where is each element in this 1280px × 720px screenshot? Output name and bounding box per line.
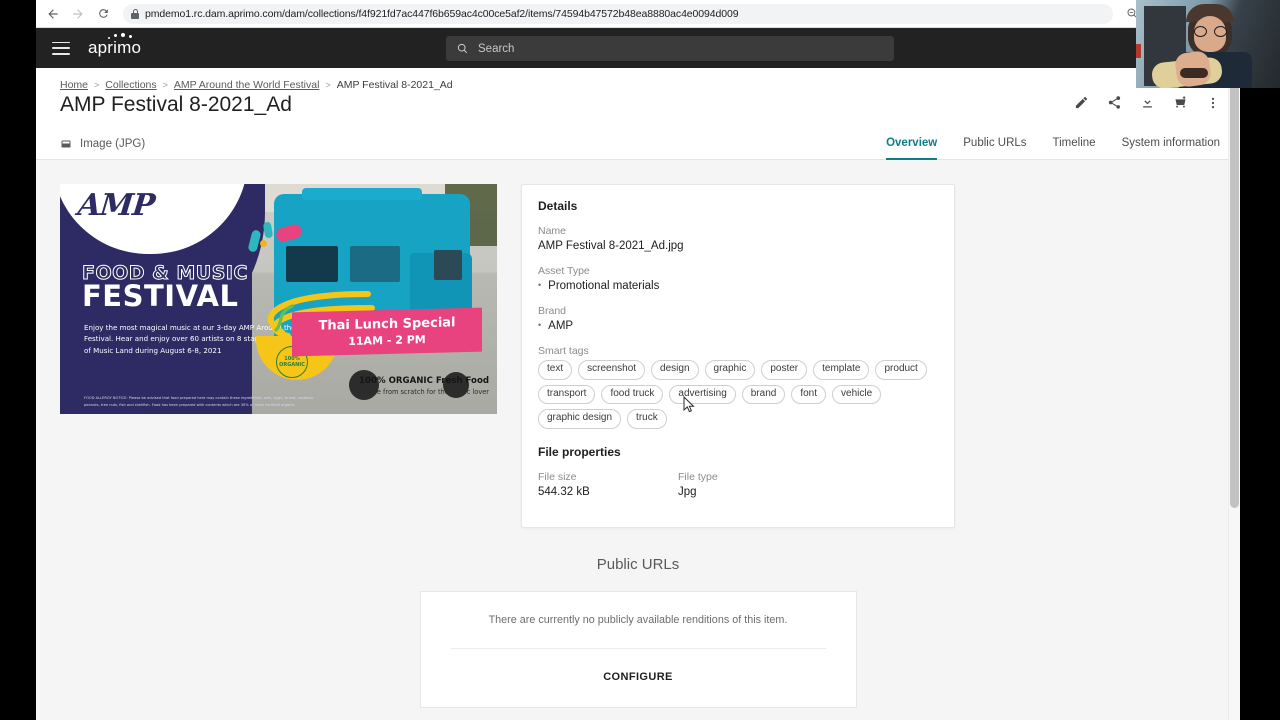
- lock-icon: [131, 8, 139, 19]
- search-icon: [457, 43, 468, 54]
- app-header: aprimo Search: [36, 28, 1240, 68]
- poster-headline-2: FESTIVAL: [82, 279, 239, 313]
- smart-tag[interactable]: poster: [761, 360, 808, 380]
- breadcrumb-item-current: AMP Festival 8-2021_Ad: [336, 79, 453, 91]
- image-file-icon: [61, 140, 71, 148]
- breadcrumb-item-collections[interactable]: Collections: [105, 79, 156, 91]
- smart-tag[interactable]: brand: [741, 384, 786, 404]
- breadcrumb-item-festival[interactable]: AMP Around the World Festival: [174, 79, 320, 91]
- poster-promo-banner: Thai Lunch Special 11AM - 2 PM: [292, 307, 482, 357]
- public-urls-empty-message: There are currently no publicly availabl…: [488, 613, 788, 626]
- aprimo-logo[interactable]: aprimo: [88, 33, 142, 58]
- poster-organic-line2: made from scratch for the music lover: [362, 388, 489, 396]
- download-icon[interactable]: [1140, 95, 1155, 115]
- screen: pmdemo1.rc.dam.aprimo.com/dam/collection…: [0, 0, 1280, 720]
- poster-organic-line1: 100% ORGANIC Fresh Food: [359, 376, 489, 386]
- poster-splash-icon: [260, 240, 267, 247]
- public-urls-card: There are currently no publicly availabl…: [419, 590, 857, 708]
- smart-tag[interactable]: truck: [627, 409, 667, 429]
- smart-tag[interactable]: design: [651, 360, 699, 380]
- asset-preview[interactable]: AMP FOOD & MUSIC FESTIVAL Enjoy the most…: [60, 184, 497, 528]
- page-body: Home > Collections > AMP Around the Worl…: [36, 68, 1240, 720]
- tab-timeline[interactable]: Timeline: [1053, 137, 1096, 160]
- share-icon[interactable]: [1107, 95, 1122, 115]
- smart-tag[interactable]: screenshot: [578, 360, 646, 380]
- page-scrollbar[interactable]: [1228, 68, 1240, 720]
- browser-window: pmdemo1.rc.dam.aprimo.com/dam/collection…: [36, 0, 1240, 720]
- asset-type-indicator: Image (JPG): [60, 138, 145, 150]
- file-size-label: File size: [538, 470, 577, 483]
- forward-arrow-icon[interactable]: [67, 3, 89, 25]
- smart-tag[interactable]: product: [875, 360, 927, 380]
- cart-plus-icon[interactable]: [1173, 95, 1188, 115]
- poster-organic-note: 100% ORGANIC Fresh Food made from scratc…: [359, 376, 489, 396]
- breadcrumb-separator: >: [325, 80, 331, 90]
- tab-public-urls[interactable]: Public URLs: [963, 137, 1026, 160]
- reload-icon[interactable]: [92, 3, 114, 25]
- mouse-cursor: [683, 396, 695, 413]
- smart-tag[interactable]: food truck: [601, 384, 664, 404]
- logo-dots-icon: [108, 33, 134, 40]
- content-area: AMP FOOD & MUSIC FESTIVAL Enjoy the most…: [36, 160, 1240, 720]
- tab-overview[interactable]: Overview: [886, 137, 938, 160]
- file-size-value: 544.32 kB: [538, 485, 590, 498]
- search-input[interactable]: Search: [446, 36, 894, 61]
- smart-tag[interactable]: transport: [538, 384, 596, 404]
- page-title: AMP Festival 8-2021_Ad: [60, 93, 292, 116]
- poster-allergy-notice: FOOD ALLERGY NOTICE: Please be advised t…: [84, 396, 315, 407]
- smart-tag[interactable]: graphic: [704, 360, 756, 380]
- address-bar-url: pmdemo1.rc.dam.aprimo.com/dam/collection…: [145, 7, 739, 20]
- smart-tag[interactable]: graphic design: [538, 409, 622, 429]
- title-row: AMP Festival 8-2021_Ad: [36, 91, 1240, 117]
- configure-button[interactable]: CONFIGURE: [451, 649, 826, 689]
- smart-tags-label: Smart tags: [538, 345, 589, 357]
- pencil-icon[interactable]: [1074, 95, 1089, 115]
- search-placeholder: Search: [478, 42, 515, 55]
- sub-toolbar: Image (JPG) Overview Public URLs Timelin…: [36, 129, 1240, 160]
- breadcrumb-separator: >: [94, 80, 100, 90]
- smart-tag[interactable]: advertising: [669, 384, 736, 404]
- smart-tag[interactable]: template: [813, 360, 870, 380]
- smart-tags-list: text screenshot design graphic poster te…: [538, 360, 938, 429]
- brand-value: AMP: [538, 320, 938, 332]
- breadcrumb-item-home[interactable]: Home: [60, 79, 88, 91]
- file-type-value: Jpg: [678, 485, 697, 498]
- back-arrow-icon[interactable]: [42, 3, 64, 25]
- name-label: Name: [538, 225, 567, 237]
- asset-type-value: Promotional materials: [538, 280, 938, 292]
- asset-type-label: Asset Type: [538, 265, 590, 277]
- file-properties-grid: File size 544.32 kB File type Jpg: [538, 471, 938, 511]
- smart-tag[interactable]: font: [791, 384, 827, 404]
- more-vertical-icon[interactable]: [1206, 96, 1220, 115]
- eyeglasses-icon: [1194, 26, 1227, 37]
- smart-tag[interactable]: text: [538, 360, 573, 380]
- smart-tag[interactable]: vehicle: [832, 384, 882, 404]
- poster-promo-title: Thai Lunch Special: [318, 315, 456, 334]
- overview-section: AMP FOOD & MUSIC FESTIVAL Enjoy the most…: [36, 160, 1240, 528]
- file-size-field: File size 544.32 kB: [538, 471, 678, 511]
- brand-label: Brand: [538, 305, 567, 317]
- name-value: AMP Festival 8-2021_Ad.jpg: [538, 240, 684, 252]
- breadcrumb: Home > Collections > AMP Around the Worl…: [36, 68, 1240, 91]
- details-heading: Details: [538, 199, 578, 213]
- browser-toolbar: pmdemo1.rc.dam.aprimo.com/dam/collection…: [36, 0, 1240, 28]
- file-type-field: File type Jpg: [678, 471, 818, 511]
- details-card: Details Name AMP Festival 8-2021_Ad.jpg …: [521, 184, 955, 528]
- public-urls-section-title: Public URLs: [596, 555, 680, 573]
- address-bar[interactable]: pmdemo1.rc.dam.aprimo.com/dam/collection…: [123, 3, 1113, 24]
- poster-promo-time: 11AM - 2 PM: [348, 333, 426, 348]
- tab-bar: Overview Public URLs Timeline System inf…: [886, 129, 1220, 160]
- webcam-overlay: [1136, 0, 1280, 88]
- tab-system-information[interactable]: System information: [1122, 137, 1220, 160]
- file-type-label: File type: [678, 470, 718, 483]
- title-actions: [1074, 95, 1220, 115]
- brand-name: aprimo: [88, 38, 142, 57]
- poster-amp-logo: AMP: [76, 188, 156, 223]
- asset-type-label: Image (JPG): [80, 138, 146, 150]
- poster-image: AMP FOOD & MUSIC FESTIVAL Enjoy the most…: [60, 184, 497, 414]
- hamburger-menu-icon[interactable]: [52, 41, 70, 55]
- file-properties-heading: File properties: [538, 444, 621, 459]
- breadcrumb-separator: >: [162, 80, 168, 90]
- scrollbar-thumb[interactable]: [1229, 68, 1239, 508]
